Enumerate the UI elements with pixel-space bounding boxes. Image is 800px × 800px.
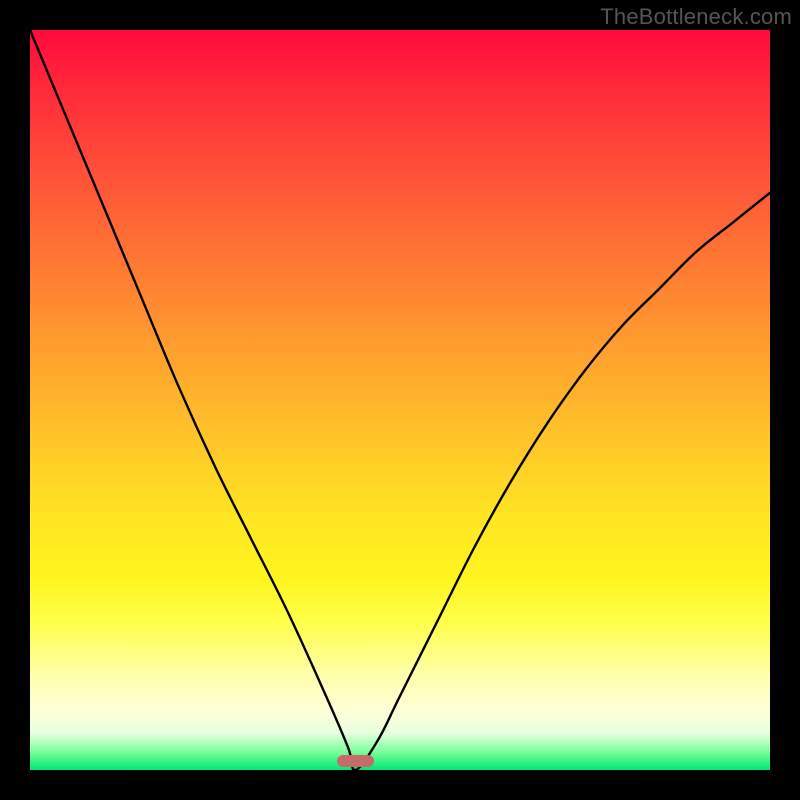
chart-frame: TheBottleneck.com bbox=[0, 0, 800, 800]
optimum-marker bbox=[337, 755, 374, 767]
plot-area bbox=[30, 30, 770, 770]
bottleneck-curve bbox=[30, 30, 770, 770]
watermark-text: TheBottleneck.com bbox=[600, 4, 792, 30]
